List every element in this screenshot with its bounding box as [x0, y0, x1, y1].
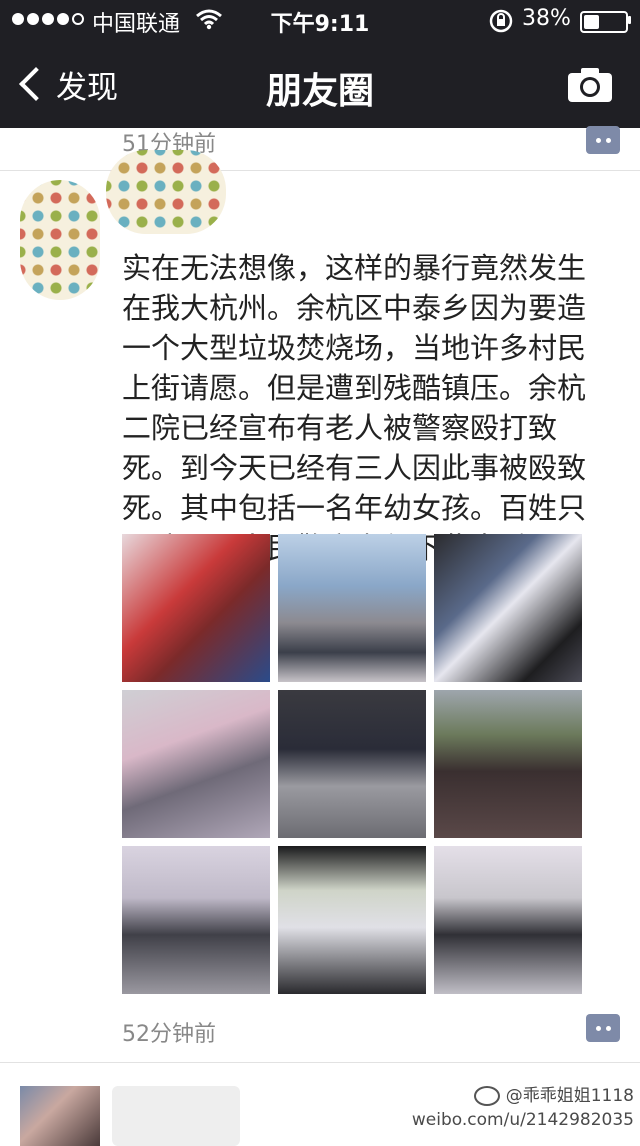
watermark-url: weibo.com/u/2142982035 — [411, 1110, 634, 1130]
photo-thumbnail-1[interactable] — [122, 534, 270, 682]
watermark-handle: @乖乖姐姐1118 — [505, 1086, 634, 1106]
photo-thumbnail-4[interactable] — [122, 690, 270, 838]
photo-thumbnail-3[interactable] — [434, 534, 582, 682]
photo-thumbnail-6[interactable] — [434, 690, 582, 838]
page-title: 朋友圈 — [265, 71, 374, 112]
battery-icon — [580, 11, 628, 33]
comment-dot-icon — [605, 1025, 611, 1031]
post-timestamp: 52分钟前 — [122, 1022, 216, 1047]
post-divider — [0, 170, 640, 171]
weibo-logo-icon — [473, 1086, 500, 1106]
battery-tip — [628, 16, 631, 24]
camera-icon[interactable] — [568, 66, 612, 102]
status-bar: 中国联通 下午9:11 38% — [0, 0, 640, 40]
photo-thumbnail-2[interactable] — [278, 534, 426, 682]
comment-dot-icon — [595, 137, 601, 143]
comment-button[interactable] — [586, 1014, 620, 1042]
post-divider — [0, 1062, 640, 1063]
next-post-name[interactable] — [112, 1086, 240, 1146]
post-text: 实在无法想像，这样的暴行竟然发生在我大杭州。余杭区中泰乡因为要造一个大型垃圾焚烧… — [122, 251, 587, 565]
photo-thumbnail-8[interactable] — [278, 846, 426, 994]
comment-dot-icon — [595, 1025, 601, 1031]
orientation-lock-icon — [489, 9, 513, 33]
avatar[interactable] — [20, 180, 100, 300]
photo-thumbnail-9[interactable] — [434, 846, 582, 994]
prev-comment-button[interactable] — [586, 126, 620, 154]
weibo-watermark: @乖乖姐姐1118 weibo.com/u/2142982035 — [412, 1084, 634, 1132]
next-post-avatar[interactable] — [20, 1086, 100, 1146]
photo-thumbnail-5[interactable] — [278, 690, 426, 838]
poster-name[interactable] — [106, 150, 226, 234]
photo-grid — [122, 534, 582, 994]
navigation-bar: 发现 朋友圈 — [0, 40, 640, 128]
photo-thumbnail-7[interactable] — [122, 846, 270, 994]
battery-percent: 38% — [522, 6, 571, 31]
comment-dot-icon — [605, 137, 611, 143]
